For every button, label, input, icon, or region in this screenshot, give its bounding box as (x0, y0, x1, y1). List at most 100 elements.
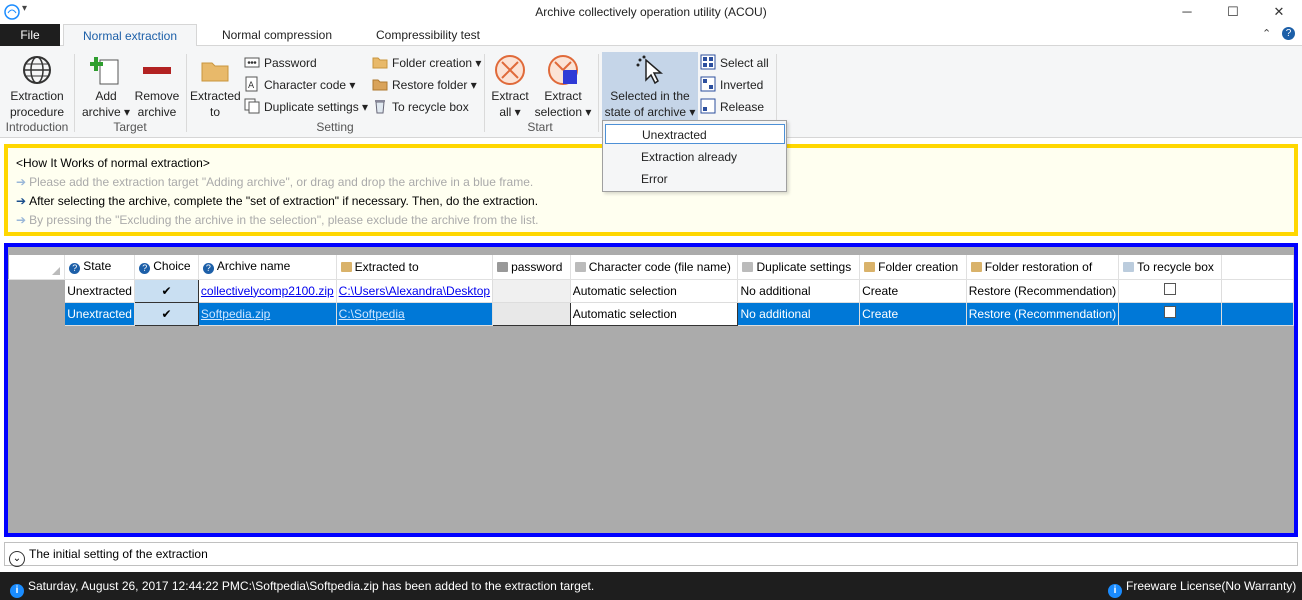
to-recycle-box-button[interactable]: To recycle box (372, 97, 469, 117)
select-all-button[interactable]: Select all (700, 53, 769, 73)
cell-archive-name[interactable]: Softpedia.zip (197, 301, 337, 326)
license-info[interactable]: i Freeware License(No Warranty) (1108, 572, 1296, 600)
file-tab[interactable]: File (0, 24, 60, 46)
globe-icon (21, 54, 53, 86)
status-bar: i Saturday, August 26, 2017 12:44:22 PMC:… (0, 572, 1302, 600)
selected-in-state-of-archive-button[interactable]: Selected in the state of archive ▾ (602, 52, 698, 120)
maximize-button[interactable]: ☐ (1210, 0, 1256, 24)
help-icon[interactable]: ? (1282, 27, 1295, 40)
collapse-ribbon-icon[interactable]: ⌃ (1262, 27, 1271, 40)
column-header-character-code[interactable]: Character code (file name) (570, 255, 739, 280)
column-header-duplicate-settings[interactable]: Duplicate settings (737, 255, 861, 280)
column-header-password[interactable]: password (492, 255, 571, 280)
menu-item-error[interactable]: Error (605, 169, 785, 189)
tab-normal-compression[interactable]: Normal compression (206, 24, 348, 46)
add-archive-label: Add archive (81, 89, 121, 119)
character-code-button[interactable]: A Character code ▾ (244, 75, 355, 95)
selected-state-label: Selected in the state of archive (604, 89, 690, 119)
expand-chevron-icon[interactable]: ⌄ (9, 551, 25, 567)
extraction-procedure-label: Extraction procedure (9, 89, 65, 119)
cell-folder-creation[interactable]: Create (859, 301, 967, 326)
add-archive-button[interactable]: Add archive ▾ (80, 54, 132, 120)
select-all-icon (700, 54, 716, 70)
remove-archive-button[interactable]: Remove archive (132, 54, 182, 120)
release-selection-icon (700, 98, 716, 114)
password-icon (497, 261, 509, 272)
column-header-folder-restoration[interactable]: Folder restoration of (966, 255, 1120, 280)
cell-choice-checkmark[interactable]: ✔ (134, 301, 199, 326)
extract-selection-button[interactable]: Extract selection ▾ (532, 54, 594, 120)
cell-password[interactable] (492, 301, 571, 326)
initial-setting-expander[interactable]: ⌄ The initial setting of the extraction (4, 542, 1298, 567)
arrow-right-icon: ➔ (16, 175, 27, 189)
cell-state[interactable]: Unextracted (64, 301, 136, 326)
group-separator (484, 54, 485, 132)
close-button[interactable]: ✕ (1256, 0, 1302, 24)
restore-folder-button[interactable]: Restore folder ▾ (372, 75, 477, 95)
column-header-choice[interactable]: ? Choice (134, 255, 199, 280)
release-button[interactable]: Release (700, 97, 764, 117)
minimize-button[interactable]: ─ (1164, 0, 1210, 24)
folder-creation-button[interactable]: Folder creation ▾ (372, 53, 481, 73)
archive-list-dropzone[interactable]: ? State ? Choice ? Archive name Extracted t… (4, 243, 1298, 537)
column-header-extracted-to[interactable]: Extracted to (336, 255, 494, 280)
table-row[interactable]: Unextracted ✔ Softpedia.zip C:\Softpedia… (7, 301, 1295, 326)
cell-archive-name[interactable]: collectivelycomp2100.zip (197, 278, 337, 303)
tab-normal-extraction[interactable]: Normal extraction (63, 24, 197, 47)
password-icon (244, 54, 260, 70)
column-header-folder-creation[interactable]: Folder creation (859, 255, 967, 280)
character-code-icon: A (244, 76, 260, 92)
group-target-label: Target (113, 120, 147, 134)
cell-state[interactable]: Unextracted (64, 278, 136, 303)
group-separator (186, 54, 187, 132)
recycle-checkbox[interactable] (1164, 306, 1177, 318)
remove-icon (141, 54, 173, 86)
tab-compressibility-test[interactable]: Compressibility test (362, 24, 494, 46)
duplicate-settings-button[interactable]: Duplicate settings ▾ (244, 97, 368, 117)
extraction-procedure-button[interactable]: Extraction procedure (4, 54, 70, 120)
column-header-to-recycle-box[interactable]: To recycle box (1118, 255, 1222, 280)
menu-item-unextracted[interactable]: Unextracted (605, 124, 785, 144)
cell-to-recycle-box[interactable] (1118, 301, 1222, 326)
recycle-checkbox[interactable] (1164, 283, 1177, 295)
cell-extracted-to[interactable]: C:\Softpedia (335, 301, 494, 326)
cell-folder-creation[interactable]: Create (859, 278, 967, 303)
row-header[interactable] (7, 301, 66, 326)
help-icon: ? (202, 263, 214, 275)
extract-all-button[interactable]: Extract all ▾ (488, 54, 532, 120)
info-icon: i (10, 584, 24, 598)
restore-folder-icon (372, 76, 388, 92)
invert-selection-icon (700, 76, 716, 92)
cursor-select-icon (634, 54, 666, 86)
column-header-archive-name[interactable]: ? Archive name (198, 255, 337, 280)
cell-duplicate-settings[interactable]: No additional (737, 301, 861, 326)
howto-step-3: ➔ By pressing the "Excluding the archive … (16, 213, 539, 227)
svg-text:A: A (248, 81, 255, 91)
table-row[interactable]: Unextracted ✔ collectivelycomp2100.zip C… (7, 278, 1295, 303)
cell-choice-checkmark[interactable]: ✔ (134, 278, 199, 303)
group-introduction-label: Introduction (5, 120, 69, 134)
remove-archive-label: Remove archive (134, 89, 180, 119)
column-header-state[interactable]: ? State (64, 255, 136, 280)
cell-duplicate-settings[interactable]: No additional (737, 278, 861, 303)
archive-name-link[interactable]: collectivelycomp2100.zip (201, 284, 334, 298)
extracted-to-link[interactable]: C:\Users\Alexandra\Desktop (339, 284, 490, 298)
cell-character-code[interactable]: Automatic selection (569, 278, 739, 303)
extract-selection-label: Extract selection (534, 89, 582, 119)
inverted-button[interactable]: Inverted (700, 75, 763, 95)
cell-extracted-to[interactable]: C:\Users\Alexandra\Desktop (335, 278, 494, 303)
cell-folder-restoration[interactable]: Restore (Recommendation) (965, 301, 1120, 326)
title-bar: ▾ Archive collectively operation utility… (0, 0, 1302, 24)
menu-item-extraction-already[interactable]: Extraction already (605, 147, 785, 167)
archive-name-link[interactable]: Softpedia.zip (201, 307, 270, 321)
password-button[interactable]: Password (244, 53, 317, 73)
extracted-to-link[interactable]: C:\Softpedia (339, 307, 405, 321)
cell-password[interactable] (492, 278, 571, 303)
cell-character-code[interactable]: Automatic selection (569, 301, 739, 326)
folder-icon (340, 261, 352, 272)
cell-folder-restoration[interactable]: Restore (Recommendation) (965, 278, 1120, 303)
cell-to-recycle-box[interactable] (1118, 278, 1222, 303)
extracted-to-button[interactable]: Extracted to (190, 54, 241, 120)
row-header[interactable] (7, 278, 66, 303)
status-message: i Saturday, August 26, 2017 12:44:22 PMC:… (10, 572, 594, 600)
